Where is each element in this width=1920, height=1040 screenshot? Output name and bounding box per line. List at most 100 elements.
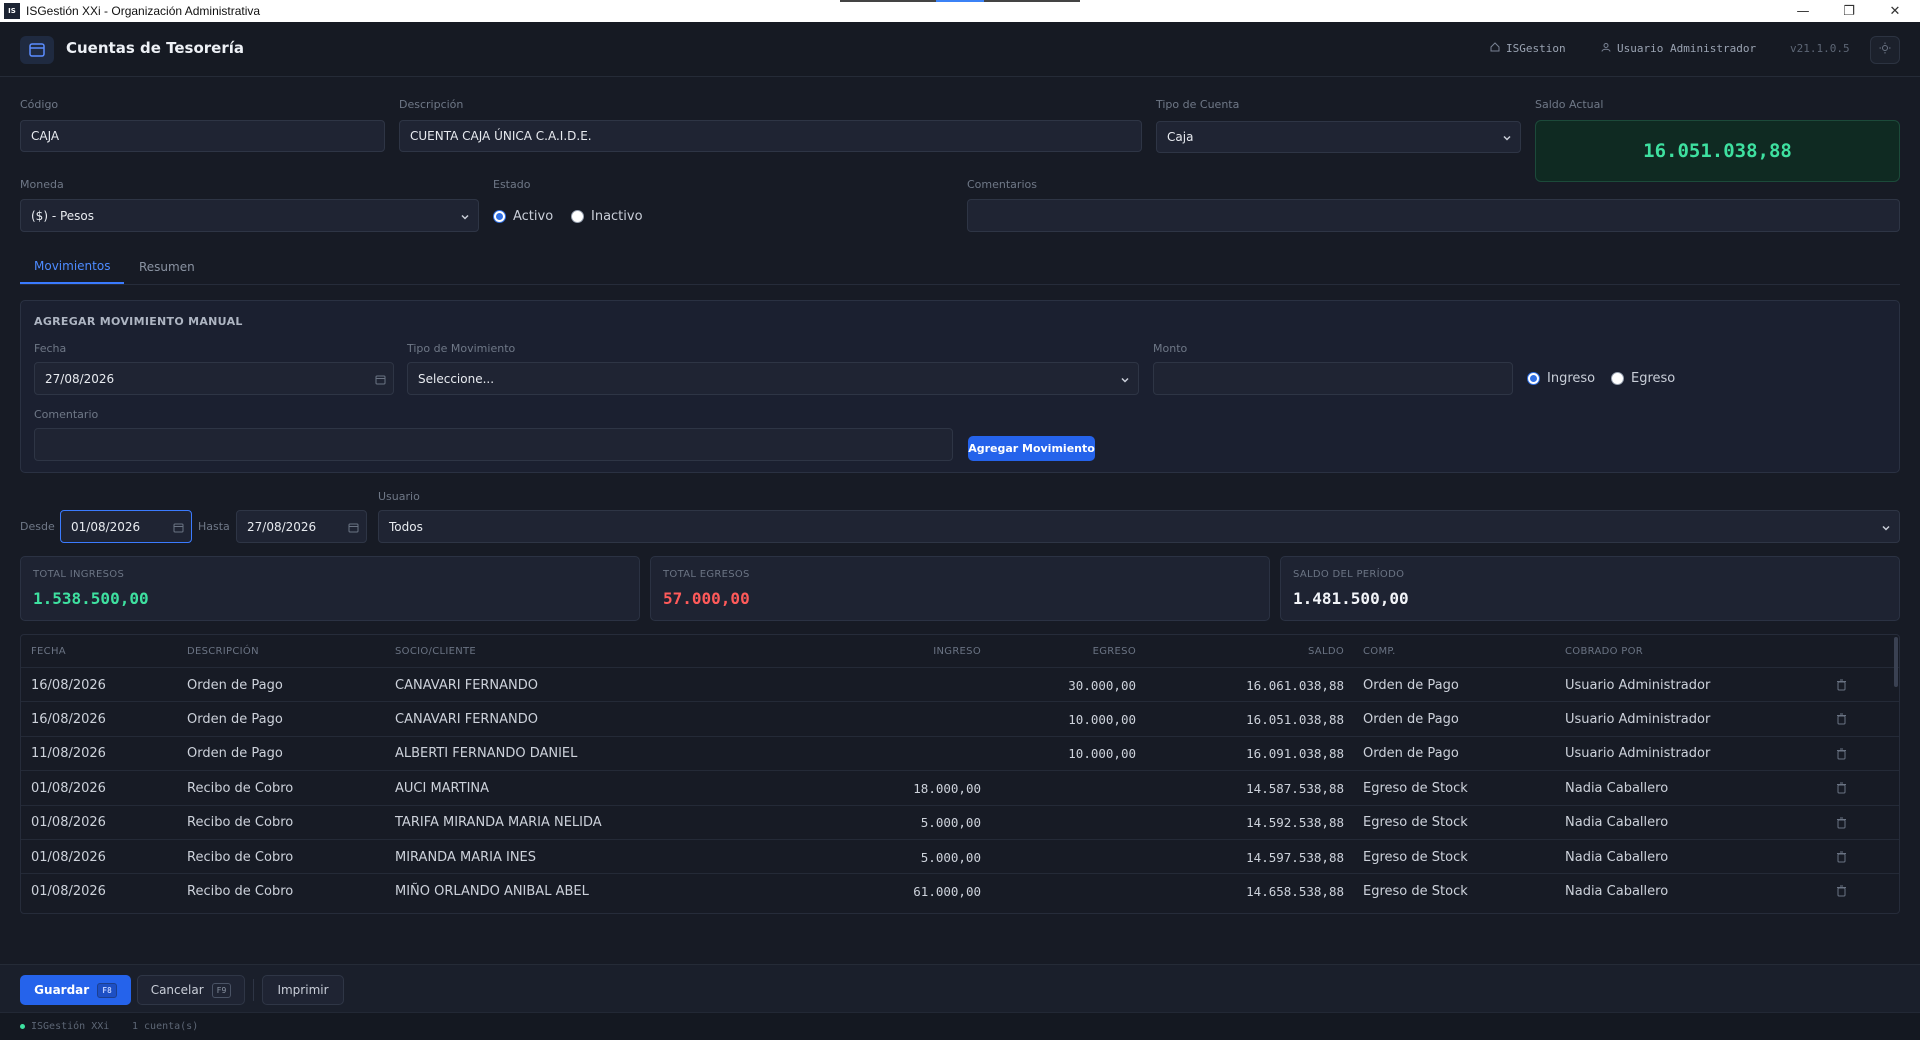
cell-cobrado: Nadia Caballero: [1565, 883, 1669, 899]
estado-inactivo-label: Inactivo: [591, 209, 643, 224]
cell-cobrado: Nadia Caballero: [1565, 815, 1669, 831]
titlebar-drag-indicator-accent: [936, 0, 984, 2]
status-app-name: ISGestión XXi: [31, 1021, 110, 1032]
col-egreso-header[interactable]: EGRESO: [941, 635, 1136, 667]
ingreso-radio[interactable]: Ingreso: [1527, 371, 1595, 386]
restore-button[interactable]: ❐: [1826, 0, 1872, 22]
cell-comp: Egreso de Stock: [1363, 883, 1468, 899]
table-row[interactable]: 16/08/2026 Orden de Pago CANAVARI FERNANDO…: [21, 667, 1899, 702]
cell-saldo: 16.051.038,88: [1246, 711, 1344, 727]
panel-title: AGREGAR MOVIMIENTO MANUAL: [34, 315, 243, 328]
hasta-label: Hasta: [198, 520, 230, 533]
col-saldo-header[interactable]: SALDO: [1121, 635, 1344, 667]
comentarios-input[interactable]: [967, 199, 1900, 232]
calendar-icon[interactable]: [348, 522, 359, 532]
table-scrollbar[interactable]: [1894, 637, 1898, 687]
fecha-label: Fecha: [34, 342, 67, 355]
tab-resumen[interactable]: Resumen: [125, 250, 209, 284]
col-cobrado-header[interactable]: COBRADO POR: [1565, 635, 1643, 667]
col-fecha-header[interactable]: FECHA: [31, 635, 66, 667]
theme-toggle-button[interactable]: [1870, 36, 1900, 64]
table-row[interactable]: 11/08/2026 Orden de Pago ALBERTI FERNANDO …: [21, 735, 1899, 771]
col-comp-header[interactable]: COMP.: [1363, 635, 1396, 667]
tipo-cuenta-select[interactable]: Caja: [1156, 121, 1521, 153]
desde-date-input[interactable]: 01/08/2026: [60, 510, 192, 543]
app-header: Cuentas de Tesorería ISGestion Usuario A…: [0, 22, 1920, 77]
estado-inactivo-radio[interactable]: Inactivo: [571, 209, 643, 224]
total-ingresos-card: TOTAL INGRESOS 1.538.500,00: [20, 556, 640, 621]
col-socio-header[interactable]: SOCIO/CLIENTE: [395, 635, 476, 667]
sun-icon: [1879, 42, 1891, 58]
cell-socio: MIRANDA MARIA INES: [395, 849, 537, 865]
table-row[interactable]: 01/08/2026 Recibo de Cobro MIRANDA MARIA I…: [21, 839, 1899, 874]
guardar-button[interactable]: Guardar F8: [20, 975, 131, 1005]
trash-icon[interactable]: [1836, 737, 1847, 771]
cell-descripcion: Orden de Pago: [187, 746, 283, 762]
minimize-button[interactable]: —: [1780, 0, 1826, 22]
monto-label: Monto: [1153, 342, 1188, 355]
hasta-date-input[interactable]: 27/08/2026: [236, 510, 367, 543]
company-name: ISGestion: [1506, 42, 1566, 55]
cell-cobrado: Nadia Caballero: [1565, 780, 1669, 796]
tipo-cuenta-value: Caja: [1167, 130, 1194, 144]
cell-descripcion: Recibo de Cobro: [187, 815, 294, 831]
table-row[interactable]: 16/08/2026 Orden de Pago CANAVARI FERNANDO…: [21, 701, 1899, 736]
usuario-select[interactable]: Todos: [378, 510, 1900, 543]
imprimir-button[interactable]: Imprimir: [262, 975, 344, 1005]
cell-socio: CANAVARI FERNANDO: [395, 677, 539, 693]
codigo-input[interactable]: CAJA: [20, 120, 385, 152]
trash-icon[interactable]: [1836, 771, 1847, 805]
cancelar-label: Cancelar: [150, 983, 204, 997]
calendar-icon[interactable]: [375, 374, 386, 384]
estado-activo-radio[interactable]: Activo: [493, 209, 553, 224]
status-bar: ISGestión XXi 1 cuenta(s): [0, 1012, 1920, 1040]
table-row[interactable]: 01/08/2026 Recibo de Cobro AUCI MARTINA 18.…: [21, 770, 1899, 805]
comentario-input[interactable]: [34, 428, 953, 461]
tipo-cuenta-label: Tipo de Cuenta: [1156, 98, 1240, 111]
fecha-input[interactable]: 27/08/2026: [34, 362, 394, 395]
moneda-select[interactable]: ($) - Pesos: [20, 199, 479, 232]
cell-egreso: [941, 771, 1136, 805]
codigo-value: CAJA: [31, 129, 60, 143]
cell-comp: Orden de Pago: [1363, 711, 1459, 727]
agregar-movimiento-panel: AGREGAR MOVIMIENTO MANUAL Fecha 27/08/20…: [20, 300, 1900, 473]
footer-toolbar: Guardar F8 Cancelar F9 Imprimir: [0, 964, 1920, 1012]
cell-saldo: 14.587.538,88: [1246, 780, 1344, 796]
cell-saldo: 16.061.038,88: [1246, 677, 1344, 693]
descripcion-input[interactable]: CUENTA CAJA ÚNICA C.A.I.D.E.: [399, 120, 1142, 152]
trash-icon[interactable]: [1836, 702, 1847, 736]
saldo-periodo-card: SALDO DEL PERÍODO 1.481.500,00: [1280, 556, 1900, 621]
cell-comp: Egreso de Stock: [1363, 780, 1468, 796]
ingreso-label: Ingreso: [1547, 371, 1596, 386]
trash-icon[interactable]: [1836, 668, 1847, 702]
user-indicator[interactable]: Usuario Administrador: [1601, 42, 1756, 55]
calendar-icon[interactable]: [173, 522, 184, 532]
egreso-radio[interactable]: Egreso: [1611, 371, 1675, 386]
cell-socio: ALBERTI FERNANDO DANIEL: [395, 746, 578, 762]
monto-input[interactable]: [1153, 362, 1513, 395]
estado-label: Estado: [493, 178, 531, 191]
company-indicator[interactable]: ISGestion: [1490, 42, 1566, 55]
total-egresos-label: TOTAL EGRESOS: [663, 569, 750, 580]
tipo-movimiento-select[interactable]: Seleccione...: [407, 362, 1139, 395]
trash-icon[interactable]: [1836, 874, 1847, 908]
trash-icon[interactable]: [1836, 840, 1847, 874]
close-window-button[interactable]: ✕: [1872, 0, 1918, 22]
codigo-label: Código: [20, 98, 59, 111]
agregar-movimiento-button[interactable]: Agregar Movimiento: [968, 436, 1095, 461]
cell-descripcion: Recibo de Cobro: [187, 883, 294, 899]
descripcion-label: Descripción: [399, 98, 464, 111]
chevron-down-icon: [1502, 132, 1512, 142]
table-row[interactable]: 01/08/2026 Recibo de Cobro TARIFA MIRANDA …: [21, 804, 1899, 840]
tab-movimientos[interactable]: Movimientos: [20, 250, 125, 284]
user-name: Usuario Administrador: [1617, 42, 1757, 55]
col-descripcion-header[interactable]: DESCRIPCIÓN: [187, 635, 259, 667]
radio-selected-icon: [493, 210, 506, 223]
cell-descripcion: Recibo de Cobro: [187, 780, 294, 796]
table-row[interactable]: 01/08/2026 Recibo de Cobro MIÑO ORLANDO AN…: [21, 873, 1899, 908]
guardar-shortcut: F8: [97, 982, 117, 998]
egreso-label: Egreso: [1631, 371, 1676, 386]
cell-fecha: 01/08/2026: [31, 815, 106, 831]
trash-icon[interactable]: [1836, 806, 1847, 840]
cancelar-button[interactable]: Cancelar F9: [137, 975, 245, 1005]
